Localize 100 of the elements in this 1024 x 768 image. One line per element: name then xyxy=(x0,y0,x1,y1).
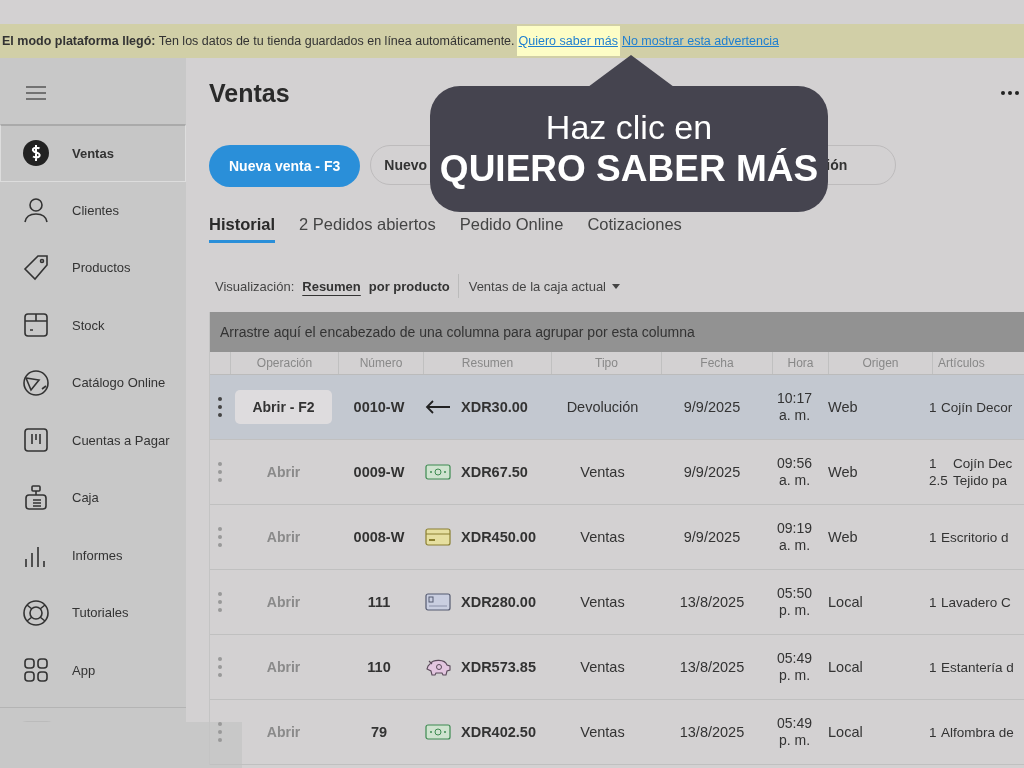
table-cell-text: Web xyxy=(827,398,859,417)
table-cell-text: 110 xyxy=(366,658,392,677)
banner-link[interactable]: Quiero saber más xyxy=(516,26,620,56)
table-cell-text: Local xyxy=(827,593,864,612)
table-row[interactable]: Abrir 111 XDR280.00 Ventas 13/8/2025 05:50 p. m. Local 1 Lavadero C xyxy=(210,570,1024,635)
table-cell-text: Web xyxy=(827,528,859,547)
table-cell-text: 0010-W xyxy=(352,398,406,417)
drag-handle-icon[interactable] xyxy=(218,397,222,417)
table-cell-text: 9/9/2025 xyxy=(682,463,742,482)
tab[interactable]: Pedido Online xyxy=(459,212,564,243)
time-text: 05:49 xyxy=(776,650,812,667)
table-cell-text: Local xyxy=(827,723,864,742)
banknote-icon xyxy=(425,724,451,740)
quantity-text: 1 xyxy=(929,455,938,472)
period-text: p. m. xyxy=(778,667,811,684)
quantity-text: 1 xyxy=(929,593,938,611)
left-arrow-icon xyxy=(425,400,451,414)
time-text: 09:56 xyxy=(776,455,812,472)
credit-card-icon xyxy=(425,593,451,611)
period-text: a. m. xyxy=(778,472,811,489)
tab[interactable]: Cotizaciones xyxy=(587,212,682,243)
banner-message: El modo plataforma llegó: Ten los datos de tu tienda guardados en línea automáticamente. xyxy=(2,34,515,48)
table-cell-text: Devolución xyxy=(565,398,640,417)
tab[interactable]: 2 Pedidos abiertos xyxy=(299,212,436,243)
menu-icon[interactable] xyxy=(25,85,47,101)
sidebar-item[interactable]: App xyxy=(0,641,186,699)
banknote-icon xyxy=(425,464,451,480)
table-cell-text: 13/8/2025 xyxy=(678,593,746,612)
tag-icon xyxy=(22,253,50,282)
drag-handle-icon[interactable] xyxy=(218,462,222,482)
table-cell-text: 0008-W xyxy=(352,528,406,547)
table-cell-text: Ventas xyxy=(579,593,626,612)
table-cell-text: Local xyxy=(827,658,864,677)
sidebar-item[interactable]: Ventas xyxy=(0,124,186,182)
voucher-icon xyxy=(425,528,451,546)
box-icon xyxy=(22,311,50,340)
table-row[interactable]: Abrir - F2 0010-W XDR30.00 Devolución 9/9/2025 10:17 a. m. Web 1 Cojín Decor xyxy=(210,375,1024,440)
period-text: a. m. xyxy=(778,537,811,554)
table-cell-text: Ventas xyxy=(579,658,626,677)
time-text: 10:17 xyxy=(776,390,812,407)
filter-dropdown[interactable]: Ventas de la caja actual xyxy=(466,278,620,294)
drag-handle-icon[interactable] xyxy=(218,592,222,612)
view-option[interactable]: por producto xyxy=(368,276,450,296)
amount-text: XDR280.00 xyxy=(461,594,536,610)
view-label: Visualización: xyxy=(215,278,295,294)
callout-text: Haz clic en xyxy=(545,107,713,147)
period-text: p. m. xyxy=(778,732,811,749)
quantity-text: 1 xyxy=(929,658,938,676)
sidebar-item[interactable]: Caja xyxy=(0,469,186,527)
open-button[interactable]: Abrir - F2 xyxy=(235,390,332,424)
sidebar-item[interactable]: Tutoriales xyxy=(0,584,186,642)
table-cell-text: 13/8/2025 xyxy=(678,658,746,677)
sidebar-item[interactable]: Productos xyxy=(0,239,186,297)
time-text: 05:49 xyxy=(776,715,812,732)
table-cell-text: 13/8/2025 xyxy=(678,723,746,742)
table-cell-text: 0009-W xyxy=(352,463,406,482)
tab[interactable]: Historial xyxy=(209,212,276,243)
quantity-text: 1 xyxy=(929,528,938,546)
drag-handle-icon[interactable] xyxy=(218,527,222,547)
table-row[interactable]: Abrir 110 XDR573.85 Ventas 13/8/2025 05:49 p. m. Local 1 Estantería d xyxy=(210,635,1024,700)
button-label: Nuevo xyxy=(384,157,428,173)
table-row[interactable]: Abrir 79 XDR402.50 Ventas 13/8/2025 05:49 p. m. Local 1 Alfombra de xyxy=(210,700,1024,765)
period-text: a. m. xyxy=(778,407,811,424)
article-name: Cojín Decor xyxy=(941,398,1013,416)
article-name: Cojín Dec xyxy=(953,455,1013,472)
quantity-text: 2.5 xyxy=(929,472,949,489)
drag-handle-icon[interactable] xyxy=(218,657,222,677)
time-text: 05:50 xyxy=(776,585,812,602)
period-text: p. m. xyxy=(778,602,811,619)
drag-handle-icon[interactable] xyxy=(218,722,222,742)
table-cell-text: Ventas xyxy=(579,723,626,742)
view-option[interactable]: Resumen xyxy=(302,276,361,296)
table-cell-text: 79 xyxy=(369,723,389,742)
amount-text: XDR30.00 xyxy=(461,399,528,415)
table-cell-text: Ventas xyxy=(579,528,626,547)
sidebar-item[interactable]: Stock xyxy=(0,296,186,354)
table-row[interactable]: Abrir 0008-W XDR450.00 Ventas 9/9/2025 09:19 a. m. Web 1 Escritorio d xyxy=(210,505,1024,570)
table-cell-text: Web xyxy=(827,463,859,482)
time-text: 09:19 xyxy=(776,520,812,537)
amount-text: XDR573.85 xyxy=(461,659,536,675)
person-icon xyxy=(22,196,50,225)
table-cell-text: Ventas xyxy=(579,463,626,482)
caret-icon xyxy=(612,283,620,289)
sidebar-item[interactable]: Cuentas a Pagar xyxy=(0,411,186,469)
sidebar-item[interactable]: Clientes xyxy=(0,181,186,239)
amount-text: XDR402.50 xyxy=(461,724,536,740)
article-name: Estantería d xyxy=(941,658,1014,676)
table-cell-text: 9/9/2025 xyxy=(682,398,742,417)
register-icon xyxy=(22,483,50,512)
table-row[interactable]: Abrir 0009-W XDR67.50 Ventas 9/9/2025 09:56 a. m. Web 1 Cojín Dec 2.5 Tejido pa xyxy=(210,440,1024,505)
ledger-icon xyxy=(22,426,50,455)
quantity-text: 1 xyxy=(929,723,938,741)
grid-icon xyxy=(22,656,50,685)
more-icon[interactable] xyxy=(1000,90,1020,96)
table-cell-text: 111 xyxy=(366,593,392,612)
article-name: Alfombra de xyxy=(941,723,1014,741)
lifebuoy-icon xyxy=(22,598,50,627)
sidebar-item[interactable]: Catálogo Online xyxy=(0,354,186,412)
sidebar-item[interactable]: Informes xyxy=(0,526,186,584)
globe-icon xyxy=(22,368,50,397)
